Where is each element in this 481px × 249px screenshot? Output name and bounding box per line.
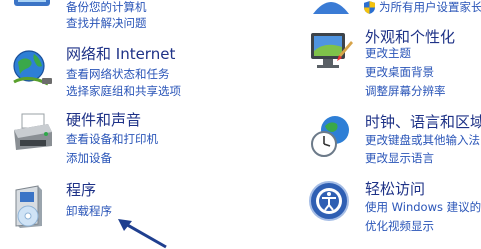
shield-icon (364, 1, 375, 14)
system-link-0[interactable]: 备份您的计算机 (66, 0, 147, 15)
hardware-link-0[interactable]: 查看设备和打印机 (66, 131, 158, 147)
ease-link-0[interactable]: 使用 Windows 建议的设置 (365, 199, 481, 215)
monitor-icon[interactable] (307, 27, 355, 75)
clock-link-1[interactable]: 更改显示语言 (365, 150, 434, 166)
user-accounts-icon[interactable] (307, 0, 355, 18)
category-user-accounts: 为所有用户设置家长 (307, 0, 481, 30)
category-appearance: 外观和个性化 更改主题 更改桌面背景 调整屏幕分辨率 (307, 27, 481, 107)
system-security-icon[interactable] (8, 0, 56, 18)
accounts-link-0[interactable]: 为所有用户设置家长 (379, 0, 481, 15)
clock-link-0[interactable]: 更改键盘或其他输入法 (365, 132, 480, 148)
printer-icon[interactable] (8, 110, 56, 158)
appearance-link-2[interactable]: 调整屏幕分辨率 (365, 83, 446, 99)
network-link-1[interactable]: 选择家庭组和共享选项 (66, 83, 181, 99)
hardware-link-1[interactable]: 添加设备 (66, 150, 112, 166)
category-hardware-sound: 硬件和声音 查看设备和打印机 添加设备 (8, 110, 238, 170)
clock-globe-icon[interactable] (307, 112, 355, 160)
network-link-0[interactable]: 查看网络状态和任务 (66, 66, 170, 82)
hardware-title[interactable]: 硬件和声音 (66, 110, 141, 130)
ease-link-1[interactable]: 优化视频显示 (365, 218, 434, 234)
clock-title[interactable]: 时钟、语言和区域 (365, 112, 481, 132)
system-link-1[interactable]: 查找并解决问题 (66, 15, 147, 31)
appearance-link-1[interactable]: 更改桌面背景 (365, 64, 434, 80)
programs-link-0[interactable]: 卸载程序 (66, 203, 112, 219)
category-ease-of-access: 轻松访问 使用 Windows 建议的设置 优化视频显示 (307, 179, 481, 239)
ease-of-access-icon[interactable] (307, 179, 355, 227)
appearance-link-0[interactable]: 更改主题 (365, 45, 411, 61)
appearance-title[interactable]: 外观和个性化 (365, 27, 455, 47)
category-system-security: 备份您的计算机 查找并解决问题 (8, 0, 238, 30)
network-globe-icon[interactable] (8, 44, 56, 92)
network-title[interactable]: 网络和 Internet (66, 44, 175, 64)
category-clock-language: 时钟、语言和区域 更改键盘或其他输入法 更改显示语言 (307, 112, 481, 172)
category-network-internet: 网络和 Internet 查看网络状态和任务 选择家庭组和共享选项 (8, 44, 238, 104)
programs-title[interactable]: 程序 (66, 180, 96, 200)
programs-disc-icon[interactable] (8, 182, 56, 230)
ease-title[interactable]: 轻松访问 (365, 179, 425, 199)
arrow-annotation-icon (118, 219, 167, 249)
